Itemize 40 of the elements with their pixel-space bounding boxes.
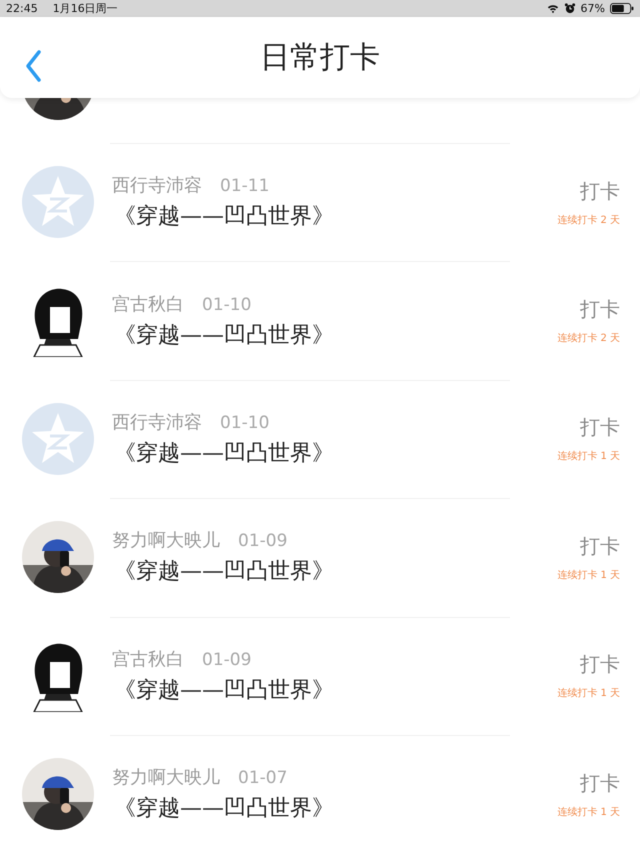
book-title: 《穿越——凹凸世界》 [114,203,335,232]
checkin-date: 01-09 [202,650,252,670]
book-title: 《穿越——凹凸世界》 [114,676,335,705]
battery-percent: 67% [580,2,605,15]
wifi-icon [546,3,559,14]
user-name: 努力啊大映儿 [112,529,220,552]
checkin-button[interactable]: 打卡 [580,651,620,678]
book-title: 《穿越——凹凸世界》 [114,558,335,586]
book-title: 《穿越——凹凸世界》 [114,322,335,350]
streak-label: 连续打卡 1 天 [557,450,620,464]
checkin-button[interactable]: 打卡 [580,414,620,442]
checkin-date: 01-07 [238,768,288,788]
book-title: 《穿越——凹凸世界》 [114,440,335,468]
checkin-button[interactable]: 打卡 [580,532,620,560]
checkin-date: 01-11 [220,176,270,196]
checkin-date: 01-10 [202,294,252,315]
user-name: 西行寺沛容 [112,174,202,198]
status-date: 1月16日周一 [52,1,118,16]
streak-label: 连续打卡 2 天 [557,332,620,346]
checkin-date: 01-10 [220,412,270,433]
streak-label: 连续打卡 2 天 [557,214,620,227]
user-name: 努力啊大映儿 [112,766,220,790]
checkin-date: 01-09 [238,531,288,552]
user-name: 宫古秋白 [112,648,184,671]
star-avatar-icon [22,402,94,475]
book-title: 《穿越——凹凸世界》 [114,795,335,824]
alarm-icon [564,3,576,14]
page-title: 日常打卡 [260,39,380,77]
streak-label: 连续打卡 1 天 [557,806,620,819]
user-name: 宫古秋白 [112,292,184,316]
checkin-button[interactable]: 打卡 [580,178,620,205]
streak-label: 连续打卡 1 天 [557,686,620,700]
battery-icon [610,3,634,14]
streak-label: 连续打卡 1 天 [557,568,620,582]
checkin-button[interactable]: 打卡 [580,770,620,797]
checkin-button[interactable]: 打卡 [580,296,620,324]
user-name: 西行寺沛容 [112,410,202,434]
back-icon[interactable] [24,49,44,83]
star-avatar-icon [22,166,94,238]
status-time: 22:45 [6,2,38,15]
